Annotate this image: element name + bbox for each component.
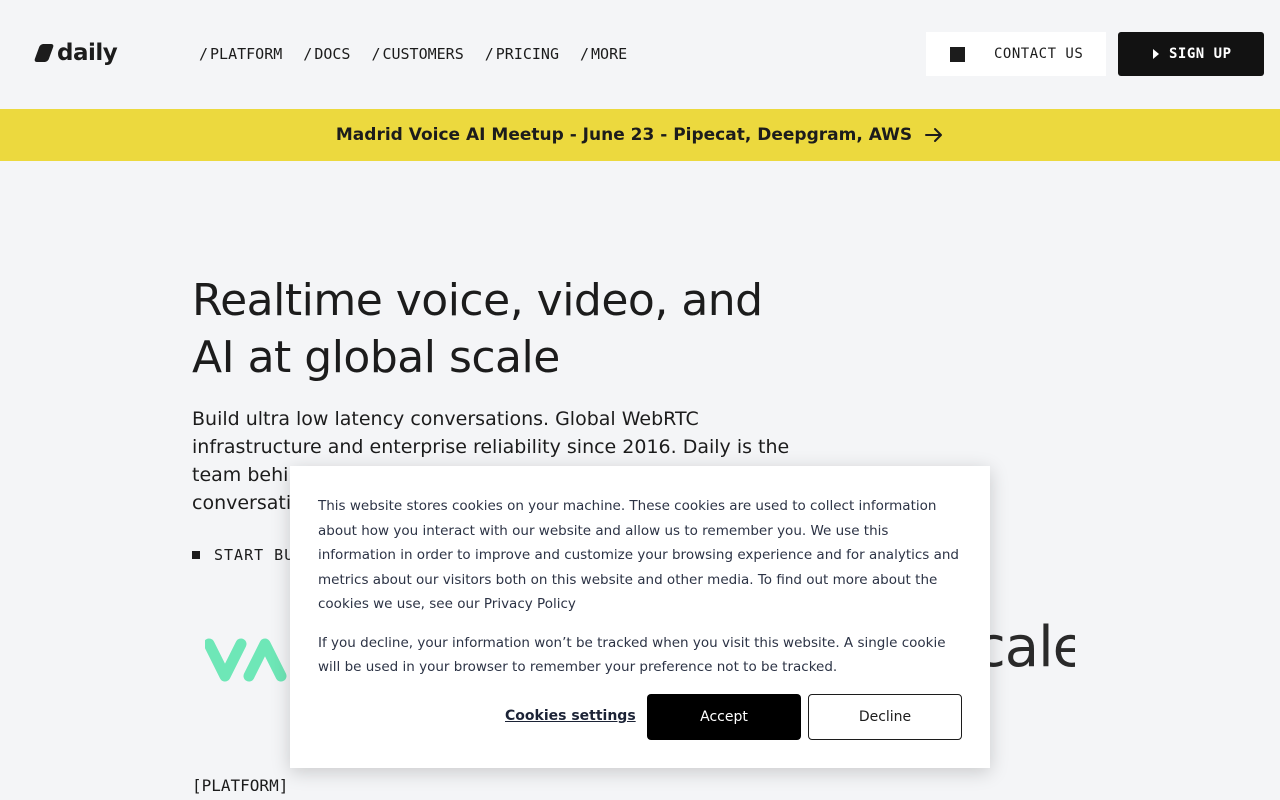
banner-text: Madrid Voice AI Meetup - June 23 - Pipec… (335, 125, 913, 145)
start-building-label: START BU (214, 546, 295, 564)
accept-cookies-button[interactable]: Accept (647, 694, 801, 740)
cookie-decline-description: If you decline, your information won’t b… (318, 634, 946, 676)
platform-section-label: [PLATFORM] (192, 776, 289, 795)
daily-logo-mark-icon (33, 44, 55, 62)
nav-item-platform[interactable]: / PLATFORM (199, 45, 282, 63)
nav-item-more[interactable]: / MORE (580, 45, 627, 63)
nav-item-pricing[interactable]: / PRICING (485, 45, 559, 63)
square-icon (950, 46, 965, 62)
contact-us-label: CONTACT US (994, 46, 1084, 62)
announcement-banner[interactable]: Madrid Voice AI Meetup - June 23 - Pipec… (0, 109, 1280, 161)
hero-title: Realtime voice, video, and AI at global … (192, 275, 763, 383)
site-header: daily / PLATFORM / DOCS / CUSTOMERS / PRICIN… (0, 0, 1280, 109)
brand-name: daily (57, 40, 118, 66)
daily-logo[interactable]: daily (33, 38, 118, 68)
sign-up-button[interactable]: SIGN UP (1118, 32, 1264, 76)
arrow-right-icon (925, 128, 943, 142)
decline-cookies-button[interactable]: Decline (808, 694, 962, 740)
nav-item-customers[interactable]: / CUSTOMERS (371, 45, 463, 63)
customer-logo-scale: cale (975, 615, 1075, 680)
nav-item-docs[interactable]: / DOCS (303, 45, 350, 63)
start-building-link[interactable]: START BU (192, 546, 294, 564)
cookie-description: This website stores cookies on your mach… (318, 498, 960, 612)
privacy-policy-link[interactable]: Privacy Policy (484, 596, 576, 612)
contact-us-button[interactable]: CONTACT US (926, 32, 1106, 76)
cookie-consent-dialog: This website stores cookies on your mach… (290, 466, 990, 768)
cookies-settings-link[interactable]: Cookies settings (505, 708, 636, 724)
play-arrow-icon (1153, 49, 1159, 59)
square-bullet-icon (192, 551, 200, 559)
sign-up-label: SIGN UP (1169, 46, 1232, 62)
cookie-actions: Cookies settings Accept Decline (290, 694, 990, 740)
main-nav: / PLATFORM / DOCS / CUSTOMERS / PRICING / MOR… (199, 42, 648, 66)
